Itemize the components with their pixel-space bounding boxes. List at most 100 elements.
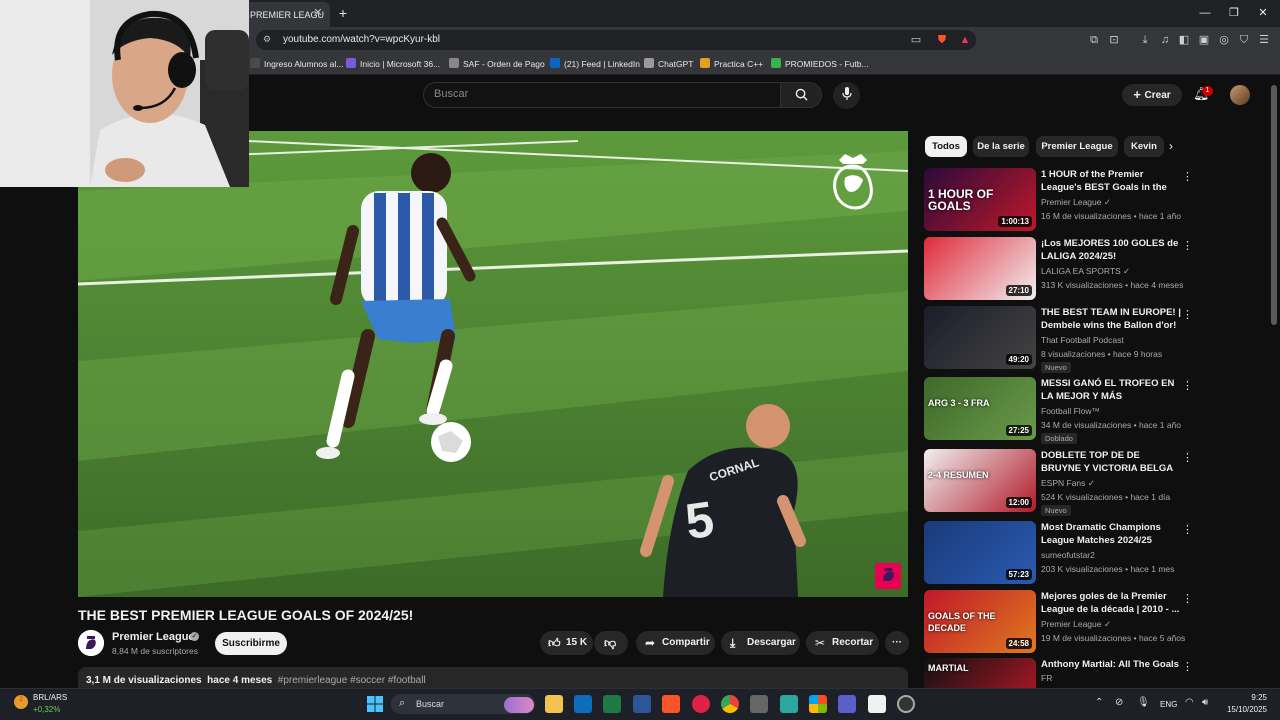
video-title-link[interactable]: MESSI GANÓ EL TROFEO EN LA MEJOR Y MÁS D… (1041, 377, 1181, 403)
video-channel[interactable]: Premier League ✓ (1041, 197, 1111, 208)
video-thumbnail[interactable]: MARTIAL (924, 658, 1036, 688)
input-language[interactable]: ENG (1160, 700, 1177, 709)
dislike-button[interactable]: 👎︎ (594, 631, 628, 655)
more-options-icon[interactable]: ⋮ (1182, 660, 1193, 673)
media-player-icon[interactable] (692, 695, 710, 713)
video-thumbnail[interactable]: 57:23 (924, 521, 1036, 584)
vpn-icon[interactable]: ⛉ (1236, 32, 1252, 48)
brave-rewards-icon[interactable]: ▲ (957, 32, 973, 48)
video-title-link[interactable]: Anthony Martial: All The Goals (1041, 658, 1181, 671)
brave-shield-icon[interactable]: ⛊ (934, 32, 950, 48)
github-icon[interactable] (897, 695, 915, 713)
search-input[interactable] (423, 82, 781, 108)
video-title-link[interactable]: Mejores goles de la Premier League de la… (1041, 590, 1181, 616)
video-channel[interactable]: FR (1041, 673, 1052, 683)
windows-start-icon[interactable] (366, 695, 384, 713)
ticker-symbol[interactable]: BRL/ARS (33, 693, 67, 702)
download-icon[interactable]: ⤓ (1137, 32, 1153, 48)
voice-search-button[interactable] (833, 82, 860, 109)
video-channel[interactable]: That Football Podcast (1041, 335, 1124, 345)
filter-chip[interactable]: De la serie (973, 136, 1029, 157)
leo-icon[interactable]: ◎ (1216, 32, 1232, 48)
clock-time[interactable]: 9:25 (1225, 693, 1267, 702)
create-button[interactable]: + Crear (1122, 84, 1182, 106)
close-window-button[interactable]: ✕ (1253, 5, 1273, 21)
more-options-icon[interactable]: ⋮ (1182, 592, 1193, 605)
url-text[interactable]: youtube.com/watch?v=wpcKyur-kbl (283, 34, 440, 45)
video-title-link[interactable]: THE BEST TEAM IN EUROPE! | Dembele wins … (1041, 306, 1181, 332)
video-thumbnail[interactable]: 27:10 (924, 237, 1036, 300)
excel-icon[interactable] (603, 695, 621, 713)
more-options-icon[interactable]: ⋮ (1182, 239, 1193, 252)
video-title-link[interactable]: 1 HOUR of the Premier League's BEST Goal… (1041, 168, 1181, 194)
search-button[interactable] (780, 82, 822, 108)
filter-chip[interactable]: Todos (925, 136, 967, 157)
finance-widget-icon[interactable]: 2 (12, 693, 30, 711)
video-thumbnail[interactable]: GOALS OF THE DECADE 24:58 (924, 590, 1036, 653)
teams-icon[interactable] (838, 695, 856, 713)
sidebar-icon[interactable]: ◧ (1176, 32, 1192, 48)
video-channel[interactable]: Football Flow™ (1041, 406, 1100, 416)
recommended-video[interactable]: 57:23 Most Dramatic Champions League Matc… (924, 521, 1194, 587)
more-options-icon[interactable]: ⋮ (1182, 523, 1193, 536)
page-scrollbar[interactable] (1271, 85, 1277, 325)
bookmark-item[interactable]: PROMIEDOS - Futb... (771, 58, 869, 69)
filter-chip[interactable]: Premier League (1036, 136, 1118, 157)
maximize-button[interactable]: ❐ (1224, 5, 1244, 21)
more-options-icon[interactable]: ⋮ (1182, 170, 1193, 183)
file-explorer-icon[interactable] (545, 695, 563, 713)
video-channel[interactable]: LALIGA EA SPORTS ✓ (1041, 266, 1130, 277)
recommended-video[interactable]: ARG 3 - 3 FRA 27:25 MESSI GANÓ EL TROFEO E… (924, 377, 1194, 444)
bookmark-item[interactable]: Practica C++ (700, 58, 763, 69)
video-thumbnail[interactable]: 2-4 RESUMEN 12:00 (924, 449, 1036, 512)
bookmark-item[interactable]: Inicio | Microsoft 36... (346, 58, 440, 69)
new-tab-button[interactable]: + (336, 6, 350, 20)
word-icon[interactable] (633, 695, 651, 713)
video-player[interactable]: 5 CORNAL (78, 131, 908, 597)
translate-icon[interactable]: ⊡ (1106, 32, 1122, 48)
recommended-video[interactable]: 49:20 THE BEST TEAM IN EUROPE! | Dembele … (924, 306, 1194, 373)
video-channel[interactable]: sumeofutstar2 (1041, 550, 1095, 560)
recommended-video[interactable]: 1 HOUR OF GOALS 1:00:13 1 HOUR of the Prem… (924, 168, 1194, 234)
like-button[interactable]: 👍︎ 15 K (540, 631, 593, 655)
video-thumbnail[interactable]: ARG 3 - 3 FRA 27:25 (924, 377, 1036, 440)
recommended-video[interactable]: 2-4 RESUMEN 12:00 DOBLETE TOP DE DE BRUYNE… (924, 449, 1194, 516)
clock-date[interactable]: 15/10/2025 (1220, 705, 1267, 714)
media-icon[interactable]: ♫ (1157, 32, 1173, 48)
site-info-icon[interactable]: ⚙ (263, 34, 271, 45)
tab-close-icon[interactable]: ✕ (312, 7, 324, 19)
channel-avatar[interactable] (78, 630, 104, 656)
recommended-video[interactable]: GOALS OF THE DECADE 24:58 Mejores goles de… (924, 590, 1194, 656)
recommended-video[interactable]: 27:10 ¡Los MEJORES 100 GOLES de LALIGA 20… (924, 237, 1194, 303)
video-channel[interactable]: Premier League ✓ (1041, 619, 1111, 630)
cast-icon[interactable]: ▭ (908, 32, 924, 48)
notion-icon[interactable] (868, 695, 886, 713)
more-options-icon[interactable]: ⋮ (1182, 451, 1193, 464)
menu-icon[interactable]: ☰ (1256, 32, 1272, 48)
chevron-right-icon[interactable]: › (1169, 139, 1173, 153)
chrome-icon[interactable] (721, 695, 739, 713)
network-off-icon[interactable]: ⊘ (1115, 697, 1123, 708)
video-title-link[interactable]: DOBLETE TOP DE DE BRUYNE Y VICTORIA BELG… (1041, 449, 1181, 475)
printer-icon[interactable] (750, 695, 768, 713)
microsoft-store-icon[interactable] (809, 695, 827, 713)
share-button[interactable]: ➦ Compartir (636, 631, 715, 655)
clip-button[interactable]: ✂ Recortar (806, 631, 879, 655)
channel-watermark-icon[interactable] (875, 563, 901, 589)
video-title-link[interactable]: Most Dramatic Champions League Matches 2… (1041, 521, 1181, 547)
video-channel[interactable]: ESPN Fans ✓ (1041, 478, 1095, 489)
recommended-video[interactable]: MARTIAL Anthony Martial: All The Goals FR ⋮ (924, 658, 1194, 688)
download-button[interactable]: ⤓ Descargar (721, 631, 800, 655)
more-actions-button[interactable]: ··· (885, 631, 909, 655)
minimize-button[interactable]: — (1195, 5, 1215, 21)
video-thumbnail[interactable]: 1 HOUR OF GOALS 1:00:13 (924, 168, 1036, 231)
bookmark-item[interactable]: SAF - Orden de Pago (449, 58, 545, 69)
extensions-icon[interactable]: ⧉ (1086, 32, 1102, 48)
more-options-icon[interactable]: ⋮ (1182, 308, 1193, 321)
wallet-icon[interactable]: ▣ (1196, 32, 1212, 48)
pycharm-icon[interactable] (780, 695, 798, 713)
brave-browser-icon[interactable] (662, 695, 680, 713)
volume-icon[interactable]: 🔊︎ (1202, 697, 1208, 708)
subscribe-button[interactable]: Suscribirme (215, 632, 287, 655)
microphone-tray-icon[interactable]: 🎙︎ (1137, 697, 1150, 708)
